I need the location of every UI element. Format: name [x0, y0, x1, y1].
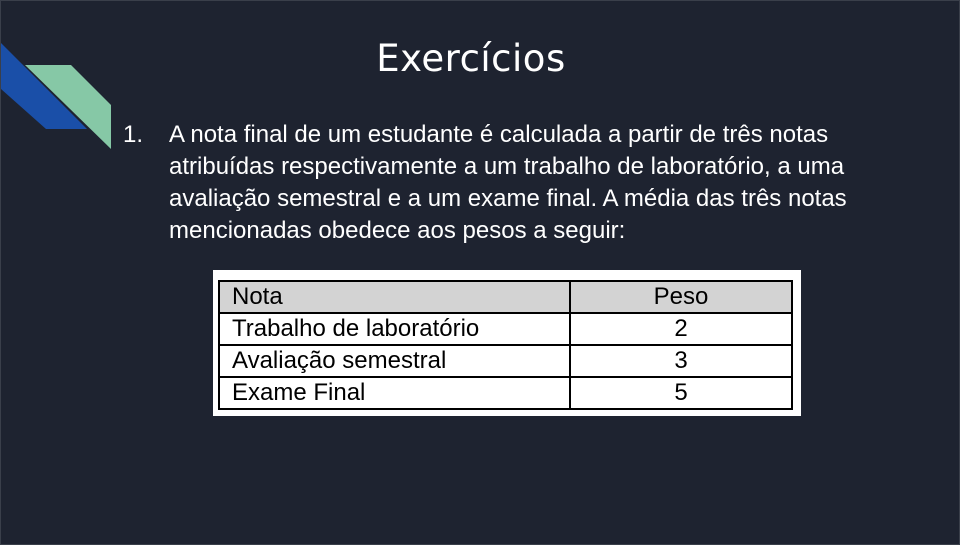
weights-table: Nota Peso Trabalho de laboratório 2 Aval… — [218, 280, 793, 410]
slide-title: Exercícios — [376, 37, 566, 80]
weights-table-container: Nota Peso Trabalho de laboratório 2 Aval… — [213, 270, 801, 416]
row-peso-cell: 2 — [569, 312, 793, 346]
item-number: 1. — [123, 121, 144, 148]
slide: Exercícios 1. A nota final de um estudan… — [0, 0, 960, 545]
row-nota-cell: Trabalho de laboratório — [218, 312, 571, 346]
item-text: A nota final de um estudante é calculada… — [169, 121, 847, 244]
row-peso-cell: 5 — [569, 376, 793, 410]
row-peso-cell: 3 — [569, 344, 793, 378]
table-row: Exame Final 5 — [218, 376, 793, 410]
corner-decoration — [1, 43, 111, 149]
table-row: Avaliação semestral 3 — [218, 344, 793, 378]
row-nota-cell: Exame Final — [218, 376, 571, 410]
table-header-row: Nota Peso — [218, 280, 793, 314]
header-nota: Nota — [218, 280, 571, 314]
row-nota-cell: Avaliação semestral — [218, 344, 571, 378]
header-peso: Peso — [569, 280, 793, 314]
table-row: Trabalho de laboratório 2 — [218, 312, 793, 346]
exercise-item: 1. A nota final de um estudante é calcul… — [123, 119, 923, 247]
